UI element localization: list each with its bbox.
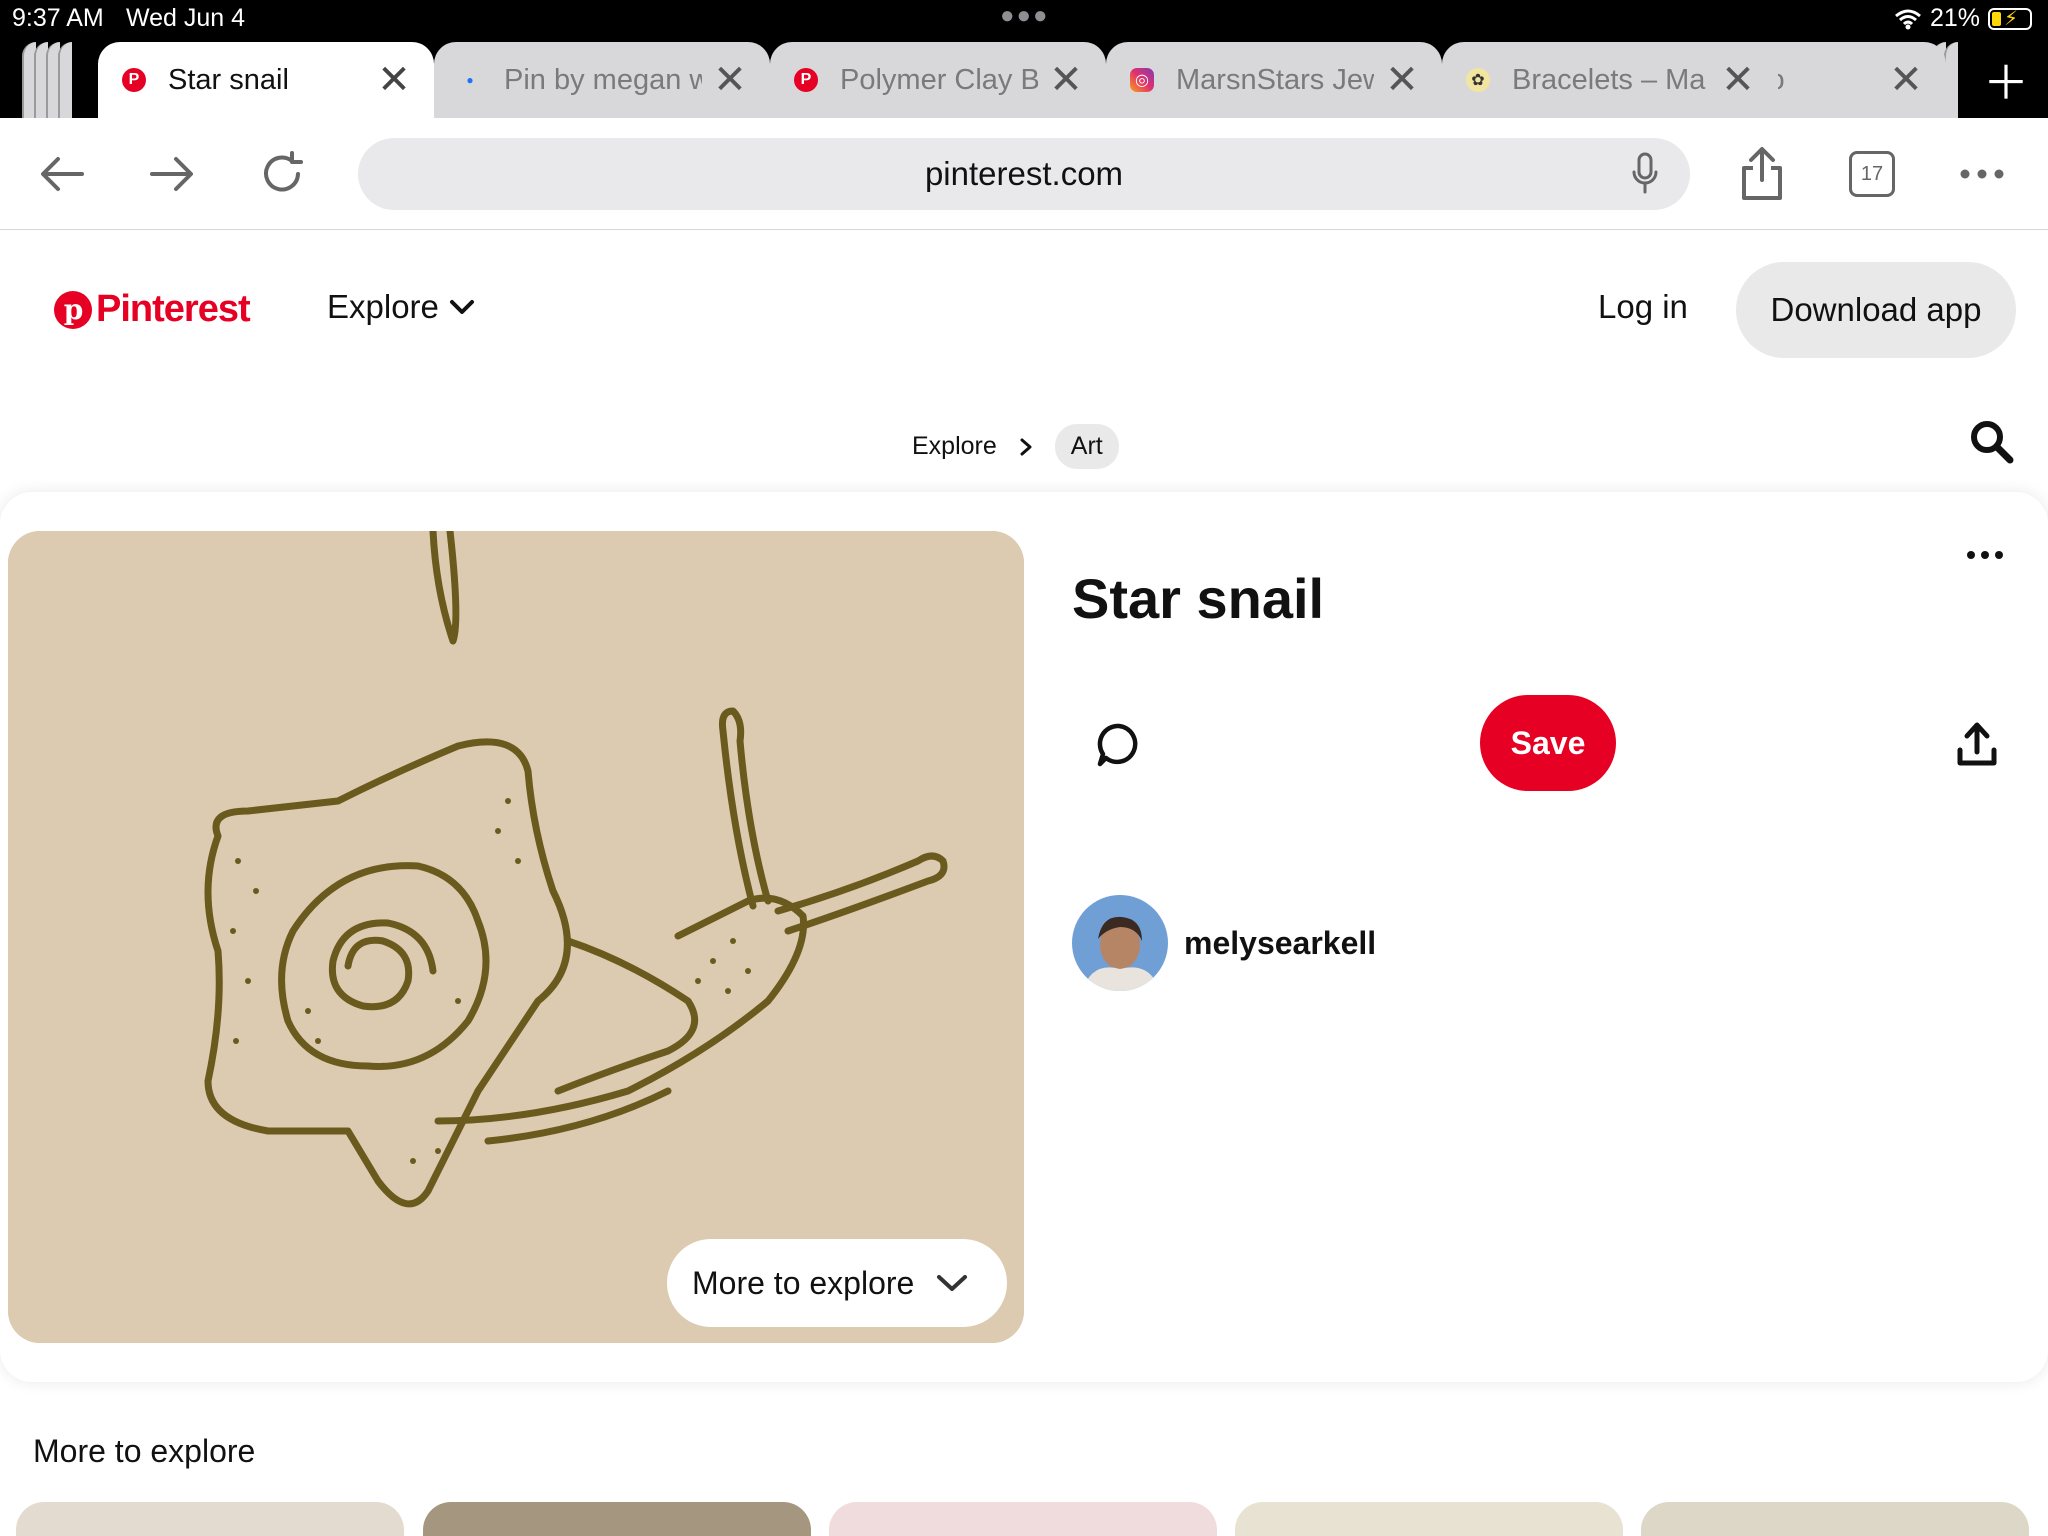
tab-title: Star snail: [168, 63, 289, 96]
close-tab-icon[interactable]: ✕: [374, 58, 414, 102]
tab-4[interactable]: ◎ MarsnStars Jew ✕: [1106, 42, 1442, 118]
explore-menu[interactable]: Explore: [327, 288, 475, 326]
ellipsis-icon: [1960, 169, 2004, 179]
pinterest-icon: P: [794, 68, 818, 92]
browser-toolbar: pinterest.com 17: [0, 118, 2048, 230]
login-link[interactable]: Log in: [1598, 288, 1688, 326]
comment-bubble-icon: [1097, 723, 1138, 767]
more-to-explore-label: More to explore: [692, 1264, 915, 1301]
tab-1-active[interactable]: P Star snail ✕: [98, 42, 434, 118]
save-button[interactable]: Save: [1480, 695, 1616, 791]
wifi-icon: [1894, 9, 1921, 29]
status-time: 9:37 AM: [12, 4, 104, 32]
chevron-right-icon: [1020, 438, 1032, 455]
ellipsis-icon: [1967, 551, 2003, 559]
chevron-down-icon: [937, 1275, 968, 1291]
battery-icon: ⚡: [1988, 7, 2032, 30]
breadcrumb-art[interactable]: Art: [1054, 424, 1119, 469]
address-bar[interactable]: pinterest.com: [358, 138, 1690, 210]
tab-stack-edge: [1944, 42, 1958, 118]
breadcrumb: Explore Art: [912, 424, 1119, 469]
new-tab-plus-icon[interactable]: ＋: [1964, 42, 2048, 118]
explore-label: Explore: [327, 288, 439, 325]
tab-title: Bracelets – Ma: [1512, 63, 1706, 96]
share-page-button[interactable]: [1724, 136, 1800, 212]
tab-stack-edge: [58, 42, 72, 118]
more-to-explore-heading: More to explore: [33, 1433, 256, 1469]
share-icon: [1742, 147, 1782, 200]
close-tab-icon[interactable]: ✕: [710, 58, 750, 102]
avatar-photo: [1072, 895, 1168, 991]
more-to-explore-button[interactable]: More to explore: [667, 1239, 1007, 1327]
close-tab-icon[interactable]: ✕: [1382, 58, 1422, 102]
url-text: pinterest.com: [924, 155, 1124, 192]
explore-thumbnail[interactable]: [1235, 1502, 1623, 1536]
explore-thumbnail[interactable]: [829, 1502, 1217, 1536]
breadcrumb-explore[interactable]: Explore: [912, 432, 997, 461]
arrow-right-icon: [150, 157, 193, 191]
explore-thumbnail[interactable]: [1641, 1502, 2029, 1536]
more-options-button[interactable]: [1944, 136, 2020, 212]
pinterest-icon: p: [54, 290, 92, 329]
tab-title: Pin by megan w: [504, 63, 702, 96]
status-indicators: 21% ⚡: [1894, 4, 2032, 33]
pinterest-logo[interactable]: p Pinterest: [54, 288, 251, 331]
instagram-icon: ◎: [1130, 68, 1154, 92]
pinterest-icon: P: [122, 68, 146, 92]
forward-button[interactable]: [134, 136, 210, 212]
close-tab-icon[interactable]: ✕: [1886, 58, 1926, 102]
shop-icon: ✿: [1466, 68, 1490, 92]
microphone-icon[interactable]: [1630, 152, 1660, 196]
multitasking-dots-icon[interactable]: ●●●: [1000, 2, 1050, 30]
snail-illustration: [8, 531, 1024, 1343]
pin-more-options-button[interactable]: [1954, 540, 2016, 570]
logo-text: Pinterest: [96, 288, 251, 330]
avatar[interactable]: [1072, 895, 1168, 991]
tab-5[interactable]: ✿ Bracelets – Ma ✕: [1442, 42, 1778, 118]
arrow-left-icon: [41, 157, 84, 191]
creator-name[interactable]: melysearkell: [1184, 925, 1376, 962]
battery-percent: 21%: [1929, 4, 1980, 32]
back-button[interactable]: [24, 136, 100, 212]
upload-share-icon: [1957, 722, 1997, 766]
tab-title: Polymer Clay B: [840, 63, 1038, 96]
close-tab-icon[interactable]: ✕: [1718, 58, 1758, 102]
share-pin-button[interactable]: [1952, 720, 2002, 770]
tab-title: MarsnStars Jew: [1176, 63, 1374, 96]
reload-button[interactable]: [244, 136, 320, 212]
tab-3[interactable]: P Polymer Clay B ✕: [770, 42, 1106, 118]
tab-overview-button[interactable]: 17: [1834, 136, 1910, 212]
close-tab-icon[interactable]: ✕: [1046, 58, 1086, 102]
download-app-button[interactable]: Download app: [1736, 262, 2016, 358]
generic-site-icon: ●: [466, 73, 474, 87]
reload-icon: [264, 151, 303, 192]
search-button[interactable]: [1968, 418, 2016, 466]
comment-button[interactable]: [1094, 720, 1144, 770]
tab-count: 17: [1849, 151, 1895, 197]
search-icon: [1971, 421, 2014, 464]
status-date: Wed Jun 4: [126, 4, 246, 32]
pin-title: Star snail: [1072, 567, 1325, 630]
explore-thumbnail[interactable]: [423, 1502, 811, 1536]
tab-2[interactable]: ● Pin by megan w ✕: [434, 42, 770, 118]
creator-profile[interactable]: melysearkell: [1072, 895, 1376, 991]
explore-thumbnail[interactable]: [16, 1502, 404, 1536]
chevron-down-icon: [449, 300, 474, 314]
pin-image-star-snail[interactable]: [8, 531, 1024, 1343]
